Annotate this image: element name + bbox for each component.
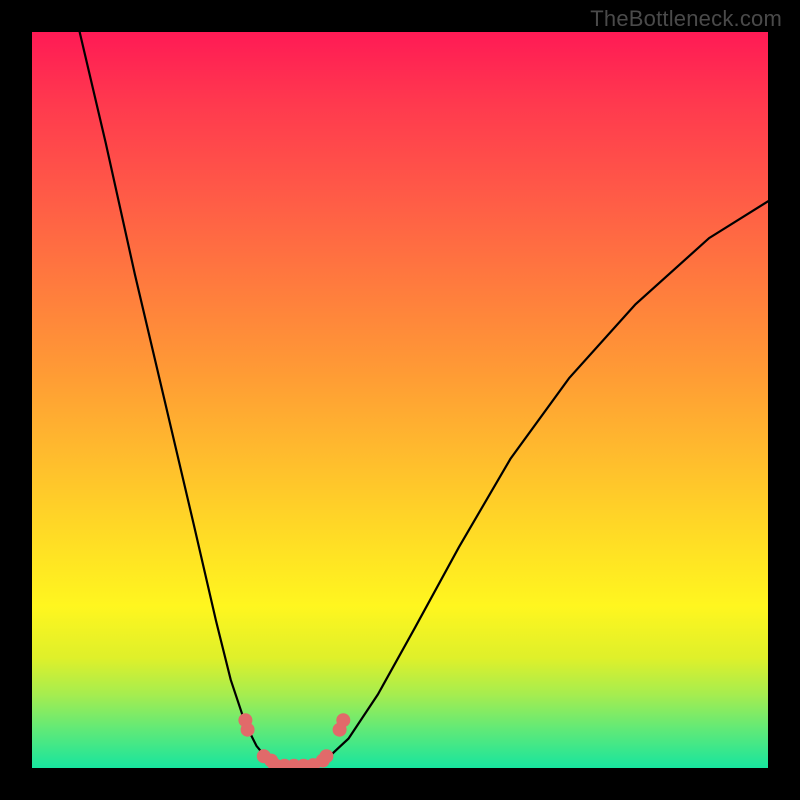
valley-marker [336,713,350,727]
chart-frame: TheBottleneck.com [0,0,800,800]
valley-markers [238,713,350,768]
curve-right-path [312,201,768,765]
curve-left-path [76,32,275,765]
watermark-label: TheBottleneck.com [590,6,782,32]
valley-marker [241,723,255,737]
chart-svg [32,32,768,768]
valley-marker [319,749,333,763]
